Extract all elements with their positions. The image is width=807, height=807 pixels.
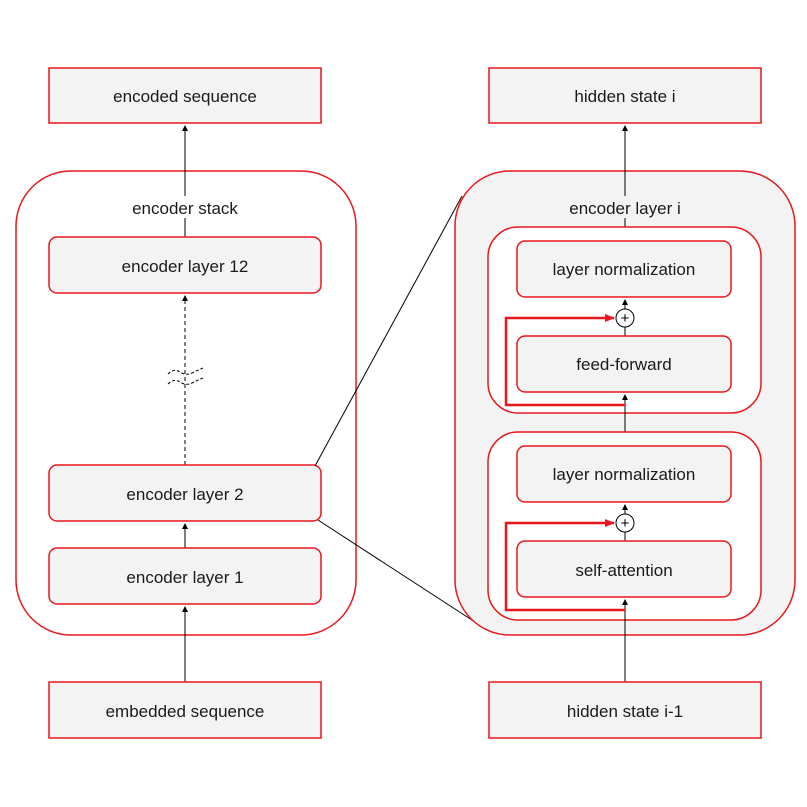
lower-layer-norm-label: layer normalization: [553, 465, 696, 484]
hidden-state-i-label: hidden state i: [574, 87, 675, 106]
self-attention-label: self-attention: [575, 561, 672, 580]
upper-layer-norm-label: layer normalization: [553, 260, 696, 279]
right-encoder-layer-panel: hidden state i encoder layer i layer nor…: [454, 67, 796, 739]
embedded-sequence-label: embedded sequence: [106, 702, 265, 721]
encoded-sequence-label: encoded sequence: [113, 87, 257, 106]
lower-add-symbol: +: [621, 515, 630, 532]
hidden-state-i-1-label: hidden state i-1: [567, 702, 683, 721]
encoder-stack-title: encoder stack: [132, 199, 238, 218]
upper-add-symbol: +: [621, 310, 630, 327]
encoder-diagram: encoded sequence encoder stack encoder l…: [15, 67, 796, 739]
encoder-layer-i-title: encoder layer i: [569, 199, 681, 218]
feed-forward-label: feed-forward: [576, 355, 671, 374]
encoder-layer-2-label: encoder layer 2: [126, 485, 243, 504]
encoder-layer-1-label: encoder layer 1: [126, 568, 243, 587]
left-encoder-stack-panel: encoded sequence encoder stack encoder l…: [15, 67, 357, 739]
encoder-layer-12-label: encoder layer 12: [122, 257, 249, 276]
